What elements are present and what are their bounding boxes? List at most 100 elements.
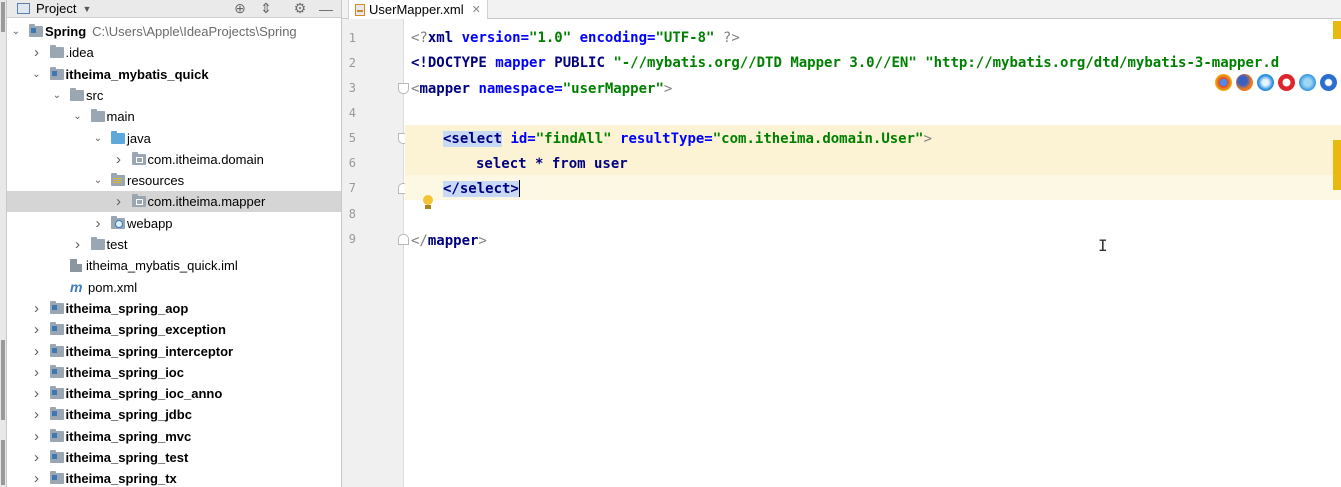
tree-row-itheima-spring-mvc[interactable]: › itheima_spring_mvc <box>7 426 341 447</box>
lightbulb-icon[interactable] <box>422 195 434 211</box>
editor-error-stripe <box>1333 19 1341 487</box>
project-icon <box>17 3 30 14</box>
folder-icon <box>70 87 84 101</box>
chevron-down-icon[interactable]: ⌄ <box>92 175 104 187</box>
chevron-down-icon[interactable]: ⌄ <box>92 132 104 144</box>
chevron-right-icon[interactable]: › <box>31 470 43 487</box>
module-folder-icon <box>29 24 43 37</box>
tree-row-spring[interactable]: ⌄ Spring C:\Users\Apple\IdeaProjects\Sprin… <box>7 21 341 42</box>
tree-row-resources[interactable]: ⌄ resources <box>7 170 341 191</box>
chevron-down-icon[interactable]: ⌄ <box>72 111 84 123</box>
chrome-icon[interactable] <box>1215 73 1232 91</box>
mouse-text-cursor: I <box>1098 236 1108 255</box>
code-line-9: </mapper > <box>411 232 487 249</box>
chevron-right-icon[interactable]: › <box>92 215 104 232</box>
package-icon <box>131 151 146 165</box>
tree-item-label: itheima_spring_tx <box>65 471 177 487</box>
tree-row-com-itheima-domain[interactable]: › com.itheima.domain <box>7 149 341 170</box>
code-editor[interactable]: <? xml version= "1.0" encoding= "UTF-8" ?> … <box>405 19 1341 487</box>
tree-row-itheima-spring-test[interactable]: › itheima_spring_test <box>7 447 341 468</box>
favorites-tool-tab[interactable] <box>1 440 5 485</box>
tree-row-java[interactable]: ⌄ java <box>7 128 341 149</box>
tree-row-itheima-spring-jdbc[interactable]: › itheima_spring_jdbc <box>7 404 341 425</box>
module-folder-icon <box>49 428 64 442</box>
tree-row-itheima-mybatis-quick[interactable]: ⌄ itheima_mybatis_quick <box>7 64 341 85</box>
folder-icon <box>49 45 64 59</box>
chevron-right-icon[interactable]: › <box>72 236 84 253</box>
chevron-right-icon[interactable]: › <box>31 44 43 61</box>
close-icon[interactable]: ✕ <box>472 3 481 16</box>
tree-item-label: src <box>86 87 104 103</box>
tree-item-label: Spring <box>45 24 87 39</box>
tree-row-test[interactable]: › test <box>7 234 341 255</box>
chevron-right-icon[interactable]: › <box>31 321 43 338</box>
chevron-right-icon[interactable]: › <box>31 300 43 317</box>
structure-tool-tab[interactable] <box>1 340 5 420</box>
tree-row-main[interactable]: ⌄ main <box>7 106 341 127</box>
warning-mark[interactable] <box>1333 140 1341 190</box>
tree-item-label: itheima_spring_test <box>65 450 189 465</box>
code-line-5: <select id= "findAll" resultType= "com.ith… <box>443 130 932 147</box>
text-caret <box>518 180 520 197</box>
collapse-icon[interactable]: ⇕ <box>257 0 275 17</box>
project-path: C:\Users\Apple\IdeaProjects\Spring <box>92 24 297 39</box>
chevron-down-icon[interactable]: ⌄ <box>31 68 43 80</box>
folder-icon <box>90 109 105 123</box>
tree-row-itheima-spring-aop[interactable]: › itheima_spring_aop <box>7 298 341 319</box>
safari-icon[interactable] <box>1257 73 1274 91</box>
warning-mark[interactable] <box>1333 21 1341 39</box>
tree-row-pom-xml[interactable]: m pom.xml <box>7 277 341 298</box>
opera-icon[interactable] <box>1278 73 1295 91</box>
tree-item-label: itheima_spring_aop <box>65 300 189 316</box>
chevron-down-icon[interactable]: ⌄ <box>51 89 63 101</box>
tab-usermapper-xml[interactable]: UserMapper.xml ✕ <box>348 0 488 19</box>
chevron-down-icon[interactable]: ⌄ <box>10 26 22 38</box>
chevron-right-icon[interactable]: › <box>31 428 43 445</box>
minimize-icon[interactable]: — <box>317 0 335 17</box>
chevron-right-icon[interactable]: › <box>113 193 125 210</box>
project-tool-tab[interactable] <box>1 2 5 32</box>
code-line-7: </select> <box>443 180 520 197</box>
browser-preview-icons <box>1215 71 1337 93</box>
chevron-right-icon[interactable]: › <box>31 343 43 360</box>
folder-icon <box>90 237 105 250</box>
line-number: 5 <box>348 131 356 145</box>
tree-item-label: itheima_spring_ioc_anno <box>65 386 223 402</box>
tree-row-itheima-spring-tx[interactable]: › itheima_spring_tx <box>7 468 341 487</box>
tree-row-itheima-spring-ioc-anno[interactable]: › itheima_spring_ioc_anno <box>7 383 341 404</box>
code-line-2: <!DOCTYPE mapper PUBLIC "-//mybatis.org/… <box>411 54 1280 71</box>
tree-item-label: itheima_spring_interceptor <box>65 343 234 359</box>
gear-icon[interactable]: ⚙ <box>291 0 309 17</box>
tree-row--idea[interactable]: › .idea <box>7 42 341 63</box>
tree-row-itheima-spring-exception[interactable]: › itheima_spring_exception <box>7 319 341 340</box>
editor-area: UserMapper.xml ✕ 1 2 3 4 5 6 7 8 9 <? xml… <box>342 0 1341 487</box>
tree-item-label: itheima_mybatis_quick <box>65 66 209 82</box>
chevron-down-icon: ▼ <box>82 3 92 14</box>
code-line-6: select * from user <box>476 155 628 172</box>
project-panel: Project ▼ ⊕ ⇕ ⚙ — ⌄ Spring C:\Users\Apple\… <box>7 0 342 487</box>
tree-row-itheima-spring-interceptor[interactable]: › itheima_spring_interceptor <box>7 341 341 362</box>
left-tool-strip <box>0 0 7 487</box>
ie-icon[interactable] <box>1299 73 1316 91</box>
chevron-right-icon[interactable]: › <box>113 151 125 168</box>
chevron-right-icon[interactable]: › <box>31 385 43 402</box>
globe-icon[interactable]: ⊕ <box>231 0 249 17</box>
tree-row-com-itheima-mapper[interactable]: › com.itheima.mapper <box>7 191 341 213</box>
tree-item-label: itheima_mybatis_quick.iml <box>86 258 238 274</box>
tree-row-itheima-spring-ioc[interactable]: › itheima_spring_ioc <box>7 362 341 383</box>
project-view-selector[interactable]: Project ▼ <box>17 0 91 17</box>
tree-item-label: java <box>127 130 151 146</box>
line-number: 4 <box>348 106 356 120</box>
chevron-right-icon[interactable]: › <box>31 364 43 381</box>
line-number: 1 <box>348 31 356 45</box>
chevron-right-icon[interactable]: › <box>31 406 43 423</box>
firefox-icon[interactable] <box>1236 73 1253 91</box>
tree-row-src[interactable]: ⌄ src <box>7 85 341 106</box>
tree-item-label: main <box>106 109 135 125</box>
tree-row-itheima-mybatis-quick-iml[interactable]: itheima_mybatis_quick.iml <box>7 255 341 276</box>
current-line-highlight <box>405 175 1341 200</box>
chevron-right-icon[interactable]: › <box>31 449 43 466</box>
tree-row-webapp[interactable]: › webapp <box>7 213 341 234</box>
